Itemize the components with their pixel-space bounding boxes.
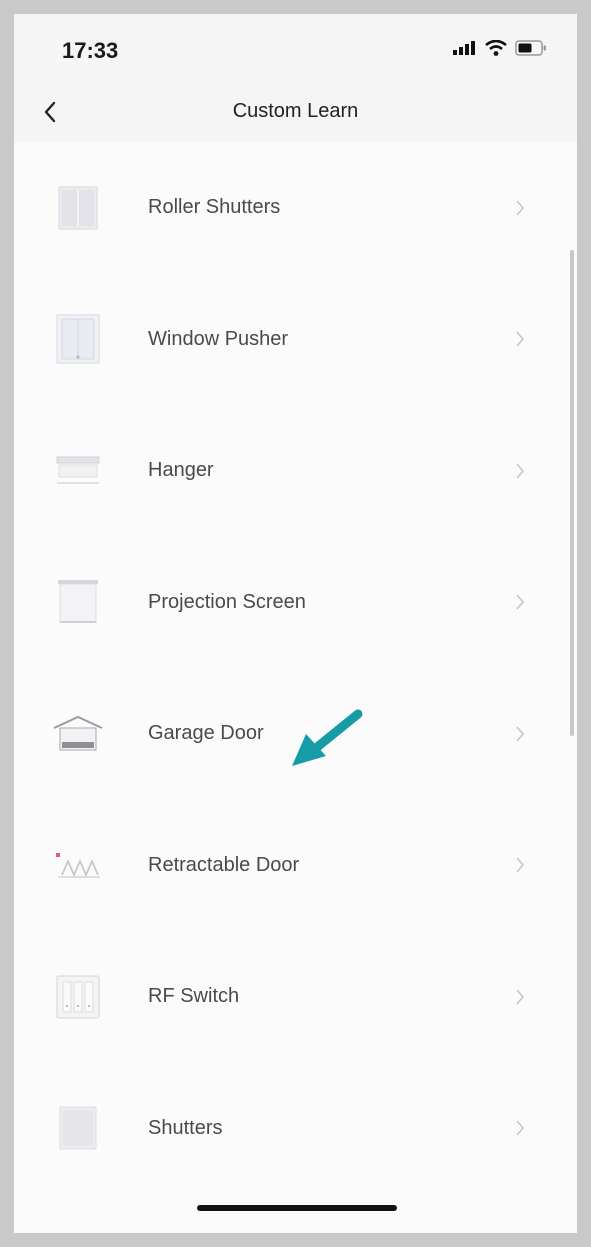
page-title: Custom Learn (232, 100, 359, 122)
roller-shutter-icon (52, 182, 104, 234)
list-item-hanger[interactable]: Hanger (14, 405, 577, 537)
rf-switch-icon (52, 971, 104, 1023)
list-item-label: Hanger (148, 459, 214, 482)
status-icons (453, 40, 547, 56)
chevron-right-icon (513, 198, 527, 218)
list-item-shutters[interactable]: Shutters (14, 1063, 577, 1195)
list-item-window-pusher[interactable]: Window Pusher (14, 274, 577, 406)
list-item-label: Roller Shutters (148, 196, 281, 219)
chevron-right-icon (513, 592, 527, 612)
wifi-icon (485, 40, 507, 56)
list-item-roller-shutters[interactable]: Roller Shutters (14, 142, 577, 274)
status-bar: 17:33 (14, 14, 577, 82)
status-time: 17:33 (62, 38, 119, 63)
list-item-label: Projection Screen (148, 590, 306, 613)
phone-screen: 17:33 Custom Learn Roller Shutters Windo… (14, 14, 577, 1233)
list-item-label: RF Switch (148, 985, 240, 1008)
chevron-right-icon (513, 461, 527, 481)
projection-screen-icon (52, 576, 104, 628)
list-item-label: Window Pusher (148, 327, 289, 350)
shutters-icon (52, 1102, 104, 1154)
list-item-retractable-door[interactable]: Retractable Door (14, 800, 577, 932)
list-item-rf-switch[interactable]: RF Switch (14, 931, 577, 1063)
nav-bar: Custom Learn (14, 82, 577, 142)
list-item-label: Shutters (148, 1116, 223, 1139)
battery-icon (515, 40, 546, 56)
chevron-right-icon (513, 855, 527, 875)
chevron-right-icon (513, 987, 527, 1007)
annotation-arrow-icon (292, 709, 363, 766)
retractable-door-icon (52, 839, 104, 891)
list-item-label: Retractable Door (148, 853, 300, 876)
scrollbar[interactable] (570, 250, 574, 736)
home-indicator[interactable] (197, 1205, 397, 1211)
hanger-icon (52, 445, 104, 497)
window-pusher-icon (52, 313, 104, 365)
chevron-right-icon (513, 1118, 527, 1138)
list-item-projection-screen[interactable]: Projection Screen (14, 537, 577, 669)
chevron-right-icon (513, 724, 527, 744)
chevron-right-icon (513, 329, 527, 349)
garage-door-icon (52, 708, 104, 760)
signal-icon (453, 41, 475, 55)
device-type-list: Roller Shutters Window Pusher Hanger Pro… (14, 142, 577, 1194)
list-item-label: Garage Door (148, 722, 264, 745)
